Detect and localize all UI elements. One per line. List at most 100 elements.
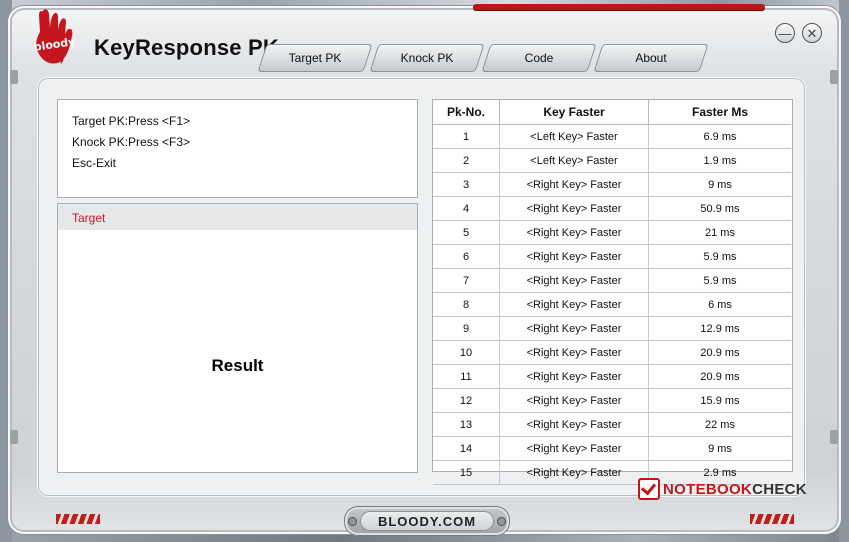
- cell-pk-no: 4: [433, 196, 500, 221]
- frame-rivet: [830, 430, 838, 444]
- cell-faster-ms: 6 ms: [648, 292, 791, 317]
- result-header: Target: [58, 204, 417, 230]
- frame-rivet: [10, 430, 18, 444]
- close-button[interactable]: ✕: [802, 23, 822, 43]
- instruction-target-pk: Target PK:Press <F1>: [72, 114, 191, 128]
- tab-label: Code: [524, 51, 554, 65]
- cell-key-faster: <Right Key> Faster: [499, 460, 649, 485]
- tab-label: Target PK: [288, 51, 342, 65]
- tab-about[interactable]: About: [593, 44, 709, 72]
- cell-pk-no: 2: [433, 148, 500, 173]
- notebookcheck-watermark: NOTEBOOKCHECK: [638, 478, 807, 500]
- minimize-button[interactable]: —: [775, 23, 795, 43]
- tab-code[interactable]: Code: [481, 44, 597, 72]
- table-row: 12 <Right Key> Faster 15.9 ms: [433, 388, 791, 413]
- cell-faster-ms: 15.9 ms: [648, 388, 791, 413]
- cell-key-faster: <Right Key> Faster: [499, 172, 649, 197]
- cell-key-faster: <Right Key> Faster: [499, 196, 649, 221]
- result-mode-label: Target: [72, 211, 106, 225]
- cell-faster-ms: 5.9 ms: [648, 268, 791, 293]
- table-row: 10 <Right Key> Faster 20.9 ms: [433, 340, 791, 365]
- table-row: 4 <Right Key> Faster 50.9 ms: [433, 196, 791, 221]
- table-row: 3 <Right Key> Faster 9 ms: [433, 172, 791, 197]
- result-label: Result: [211, 356, 264, 375]
- cell-faster-ms: 6.9 ms: [648, 124, 791, 149]
- cell-pk-no: 3: [433, 172, 500, 197]
- checkmark-icon: [638, 478, 660, 500]
- cell-faster-ms: 21 ms: [648, 220, 791, 245]
- decorative-red-stripes: [750, 514, 794, 524]
- cell-pk-no: 13: [433, 412, 500, 437]
- cell-pk-no: 6: [433, 244, 500, 269]
- brand-plate-inner: BLOODY.COM: [360, 511, 494, 531]
- cell-faster-ms: 9 ms: [648, 436, 791, 461]
- cell-key-faster: <Left Key> Faster: [499, 124, 649, 149]
- instruction-knock-pk: Knock PK:Press <F3>: [72, 135, 191, 149]
- cell-pk-no: 5: [433, 220, 500, 245]
- cell-faster-ms: 9 ms: [648, 172, 791, 197]
- table-row: 8 <Right Key> Faster 6 ms: [433, 292, 791, 317]
- cell-faster-ms: 1.9 ms: [648, 148, 791, 173]
- cell-key-faster: <Right Key> Faster: [499, 316, 649, 341]
- cell-pk-no: 14: [433, 436, 500, 461]
- cell-faster-ms: 50.9 ms: [648, 196, 791, 221]
- table-row: 13 <Right Key> Faster 22 ms: [433, 412, 791, 437]
- cell-key-faster: <Right Key> Faster: [499, 244, 649, 269]
- table-row: 1 <Left Key> Faster 6.9 ms: [433, 124, 791, 149]
- cell-key-faster: <Right Key> Faster: [499, 220, 649, 245]
- title-accent-stripe: [473, 4, 765, 10]
- screw-icon: [497, 517, 506, 526]
- results-table: Pk-No. Key Faster Faster Ms 1 <Left Key> …: [433, 100, 791, 485]
- minimize-icon: —: [778, 25, 792, 41]
- decorative-red-stripes: [56, 514, 100, 524]
- cell-faster-ms: 12.9 ms: [648, 316, 791, 341]
- site-link[interactable]: BLOODY.COM: [360, 514, 494, 529]
- app-title: KeyResponse PK: [94, 35, 279, 60]
- cell-key-faster: <Right Key> Faster: [499, 292, 649, 317]
- cell-pk-no: 8: [433, 292, 500, 317]
- cell-key-faster: <Right Key> Faster: [499, 388, 649, 413]
- cell-pk-no: 11: [433, 364, 500, 389]
- table-row: 9 <Right Key> Faster 12.9 ms: [433, 316, 791, 341]
- column-header-pk-no[interactable]: Pk-No.: [433, 100, 500, 125]
- cell-pk-no: 7: [433, 268, 500, 293]
- cell-faster-ms: 5.9 ms: [648, 244, 791, 269]
- cell-key-faster: <Right Key> Faster: [499, 436, 649, 461]
- table-row: 14 <Right Key> Faster 9 ms: [433, 436, 791, 461]
- cell-key-faster: <Right Key> Faster: [499, 340, 649, 365]
- column-header-key-faster[interactable]: Key Faster: [499, 100, 649, 125]
- cell-key-faster: <Right Key> Faster: [499, 268, 649, 293]
- tab-label: Knock PK: [400, 51, 454, 65]
- bloody-logo: bloody: [33, 9, 76, 64]
- cell-faster-ms: 20.9 ms: [648, 364, 791, 389]
- frame-rivet: [10, 70, 18, 84]
- cell-key-faster: <Left Key> Faster: [499, 148, 649, 173]
- cell-faster-ms: 20.9 ms: [648, 340, 791, 365]
- column-header-faster-ms[interactable]: Faster Ms: [648, 100, 791, 125]
- frame-rivet: [830, 70, 838, 84]
- result-panel: Target Result: [57, 203, 418, 473]
- cell-key-faster: <Right Key> Faster: [499, 364, 649, 389]
- table-row: 11 <Right Key> Faster 20.9 ms: [433, 364, 791, 389]
- brand-plate: BLOODY.COM: [344, 506, 510, 536]
- tab-target-pk[interactable]: Target PK: [257, 44, 373, 72]
- table-row: 6 <Right Key> Faster 5.9 ms: [433, 244, 791, 269]
- cell-pk-no: 9: [433, 316, 500, 341]
- instructions-panel: Target PK:Press <F1> Knock PK:Press <F3>…: [57, 99, 418, 198]
- tab-knock-pk[interactable]: Knock PK: [369, 44, 485, 72]
- cell-faster-ms: 22 ms: [648, 412, 791, 437]
- table-row: 2 <Left Key> Faster 1.9 ms: [433, 148, 791, 173]
- table-row: 7 <Right Key> Faster 5.9 ms: [433, 268, 791, 293]
- cell-pk-no: 10: [433, 340, 500, 365]
- cell-key-faster: <Right Key> Faster: [499, 412, 649, 437]
- cell-pk-no: 1: [433, 124, 500, 149]
- table-header-row: Pk-No. Key Faster Faster Ms: [433, 100, 791, 125]
- results-table-panel: Pk-No. Key Faster Faster Ms 1 <Left Key> …: [432, 99, 793, 485]
- cell-pk-no: 15: [433, 460, 500, 485]
- watermark-text: NOTEBOOKCHECK: [663, 480, 807, 498]
- screw-icon: [348, 517, 357, 526]
- instruction-exit: Esc-Exit: [72, 156, 117, 170]
- table-row: 5 <Right Key> Faster 21 ms: [433, 220, 791, 245]
- tab-label: About: [635, 51, 667, 65]
- cell-pk-no: 12: [433, 388, 500, 413]
